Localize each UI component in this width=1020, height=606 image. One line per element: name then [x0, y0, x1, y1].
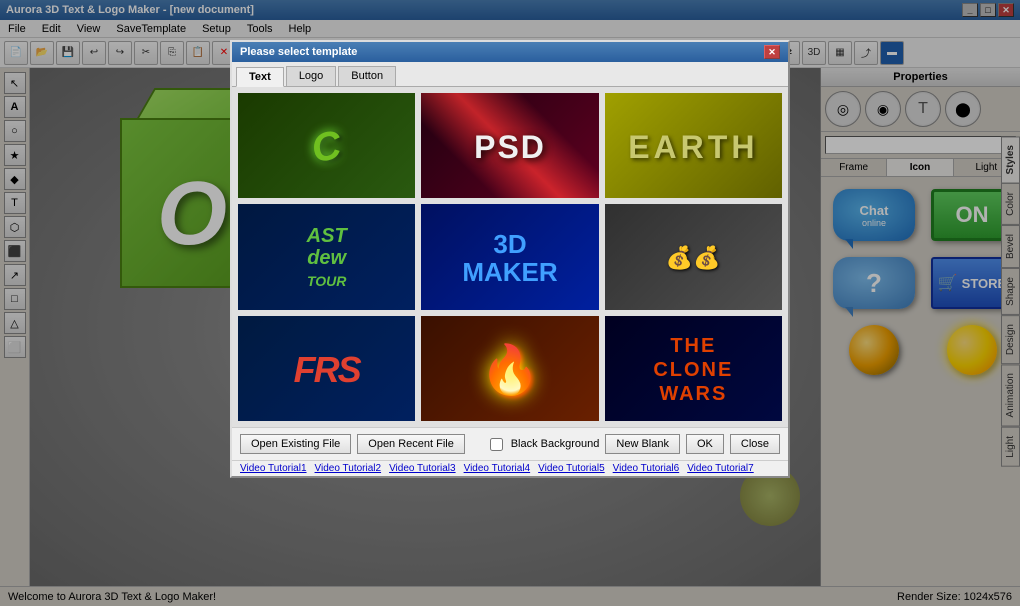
close-modal-button[interactable]: Close	[730, 434, 780, 454]
template-6[interactable]: 💰💰	[603, 202, 784, 311]
template-9[interactable]: THECLONEWARS	[603, 314, 784, 423]
template-grid: C PSD EARTH ASTdewTOUR 3DMAKER	[232, 87, 788, 427]
ok-button[interactable]: OK	[686, 434, 724, 454]
template-4-preview: ASTdewTOUR	[238, 204, 415, 311]
template-3[interactable]: EARTH	[603, 91, 784, 200]
modal-footer: Open Existing File Open Recent File Blac…	[232, 427, 788, 460]
modal-tab-text[interactable]: Text	[236, 67, 284, 87]
template-2-preview: PSD	[421, 93, 598, 200]
black-bg-label: Black Background	[511, 438, 600, 450]
modal-titlebar: Please select template ✕	[232, 42, 788, 62]
template-5-preview: 3DMAKER	[421, 204, 598, 311]
template-9-preview: THECLONEWARS	[605, 316, 782, 423]
template-6-preview: 💰💰	[605, 204, 782, 311]
video-link-2[interactable]: Video Tutorial2	[315, 463, 382, 474]
video-link-1[interactable]: Video Tutorial1	[240, 463, 307, 474]
video-link-7[interactable]: Video Tutorial7	[687, 463, 754, 474]
video-link-5[interactable]: Video Tutorial5	[538, 463, 605, 474]
modal-tab-logo[interactable]: Logo	[286, 66, 336, 86]
template-modal: Please select template ✕ Text Logo Butto…	[230, 40, 790, 478]
video-link-4[interactable]: Video Tutorial4	[464, 463, 531, 474]
modal-title: Please select template	[240, 46, 357, 58]
template-8[interactable]: 🔥	[419, 314, 600, 423]
template-4[interactable]: ASTdewTOUR	[236, 202, 417, 311]
video-link-6[interactable]: Video Tutorial6	[613, 463, 680, 474]
black-bg-checkbox[interactable]	[490, 438, 503, 451]
template-3-preview: EARTH	[605, 93, 782, 200]
new-blank-button[interactable]: New Blank	[605, 434, 680, 454]
open-existing-button[interactable]: Open Existing File	[240, 434, 351, 454]
modal-tabs: Text Logo Button	[232, 62, 788, 87]
open-recent-button[interactable]: Open Recent File	[357, 434, 465, 454]
template-2[interactable]: PSD	[419, 91, 600, 200]
modal-tab-button[interactable]: Button	[338, 66, 396, 86]
template-7-preview: FRS	[238, 316, 415, 423]
template-1-preview: C	[238, 93, 415, 200]
template-7[interactable]: FRS	[236, 314, 417, 423]
video-link-3[interactable]: Video Tutorial3	[389, 463, 456, 474]
modal-close-button[interactable]: ✕	[764, 45, 780, 59]
video-links-row: Video Tutorial1 Video Tutorial2 Video Tu…	[232, 460, 788, 476]
modal-overlay: Please select template ✕ Text Logo Butto…	[0, 0, 1020, 606]
template-1[interactable]: C	[236, 91, 417, 200]
template-5[interactable]: 3DMAKER	[419, 202, 600, 311]
template-8-preview: 🔥	[421, 316, 598, 423]
